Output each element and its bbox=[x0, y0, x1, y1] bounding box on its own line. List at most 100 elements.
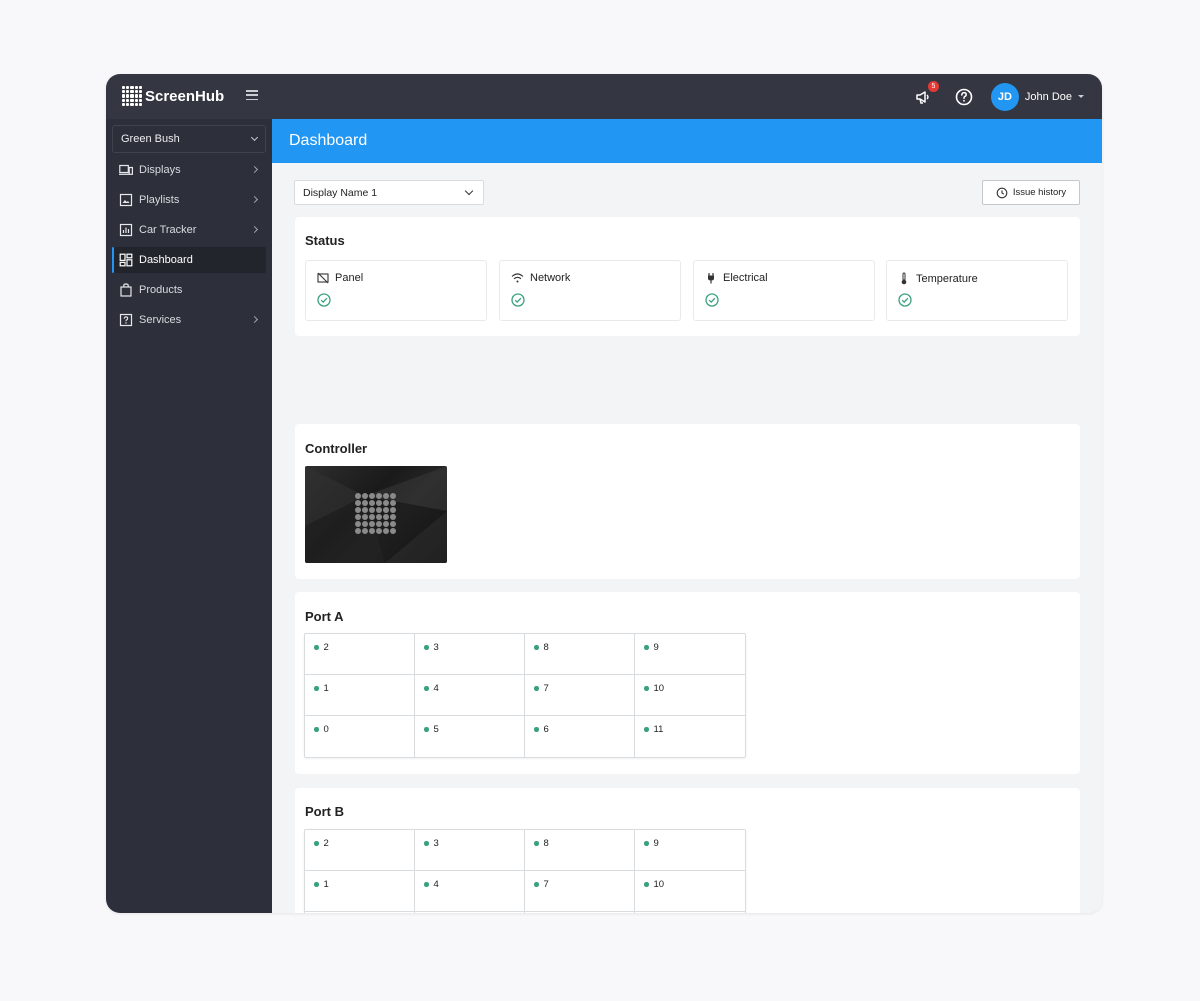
port-number: 8 bbox=[543, 642, 549, 653]
sidebar-item-dashboard[interactable]: Dashboard bbox=[112, 247, 266, 273]
user-name[interactable]: John Doe bbox=[1025, 91, 1072, 103]
help-box-icon bbox=[119, 313, 133, 327]
port-cell[interactable]: 11 bbox=[635, 912, 745, 913]
screenhub-logo-icon bbox=[122, 86, 142, 106]
port-cell[interactable]: 3 bbox=[415, 830, 525, 871]
status-tile-electrical: Electrical bbox=[693, 260, 875, 321]
status-dot bbox=[424, 727, 429, 732]
status-dot bbox=[314, 645, 319, 650]
controller-title: Controller bbox=[305, 441, 368, 456]
port-cell[interactable]: 7 bbox=[525, 675, 635, 716]
port-a-title: Port A bbox=[305, 609, 344, 624]
clock-icon bbox=[996, 187, 1008, 198]
sidebar-item-label: Car Tracker bbox=[139, 224, 197, 236]
hamburger-menu-icon[interactable] bbox=[246, 88, 258, 102]
port-cell[interactable]: 6 bbox=[525, 716, 635, 757]
port-cell[interactable]: 1 bbox=[305, 871, 415, 912]
announcements-button[interactable]: 5 bbox=[914, 80, 939, 107]
check-circle-icon bbox=[317, 293, 331, 307]
port-cell[interactable]: 1 bbox=[305, 675, 415, 716]
port-number: 4 bbox=[433, 879, 439, 890]
port-number: 7 bbox=[543, 683, 549, 694]
status-dot bbox=[644, 841, 649, 846]
port-number: 9 bbox=[653, 642, 659, 653]
issue-history-label: Issue history bbox=[1012, 187, 1067, 198]
help-circle-icon bbox=[955, 88, 973, 105]
port-cell[interactable]: 8 bbox=[525, 830, 635, 871]
bag-icon bbox=[120, 283, 132, 297]
port-cell[interactable]: 0 bbox=[305, 716, 415, 757]
help-button[interactable] bbox=[954, 87, 974, 107]
port-cell[interactable]: 3 bbox=[415, 634, 525, 675]
status-dot bbox=[424, 645, 429, 650]
port-number: 3 bbox=[433, 642, 439, 653]
org-select-value: Green Bush bbox=[121, 133, 180, 145]
main-content: Display Name 1 Issue history Status Pane… bbox=[272, 163, 1102, 913]
port-number: 2 bbox=[323, 838, 329, 849]
org-select[interactable]: Green Bush bbox=[112, 125, 266, 153]
port-cell[interactable]: 6 bbox=[525, 912, 635, 913]
status-dot bbox=[314, 882, 319, 887]
chevron-down-icon bbox=[464, 186, 474, 196]
status-label: Electrical bbox=[723, 272, 768, 284]
sidebar-item-products[interactable]: Products bbox=[112, 277, 266, 303]
chevron-right-icon bbox=[250, 195, 259, 204]
port-a-card: Port A 2 3 8 9 1 4 7 10 0 5 6 11 bbox=[295, 592, 1080, 774]
logo[interactable]: ScreenHub bbox=[122, 86, 224, 106]
port-cell[interactable]: 5 bbox=[415, 716, 525, 757]
issue-history-button[interactable]: Issue history bbox=[982, 180, 1080, 205]
port-number: 6 bbox=[543, 724, 549, 735]
status-dot bbox=[534, 882, 539, 887]
port-cell[interactable]: 0 bbox=[305, 912, 415, 913]
port-number: 3 bbox=[433, 838, 439, 849]
avatar[interactable]: JD bbox=[990, 82, 1019, 111]
chevron-right-icon bbox=[250, 225, 259, 234]
status-dot bbox=[644, 882, 649, 887]
status-dot bbox=[644, 645, 649, 650]
port-cell[interactable]: 4 bbox=[415, 675, 525, 716]
port-cell[interactable]: 10 bbox=[635, 675, 745, 716]
panel-off-icon bbox=[317, 272, 329, 284]
status-tile-temperature: Temperature bbox=[886, 260, 1068, 321]
status-dot bbox=[534, 645, 539, 650]
chevron-right-icon bbox=[250, 315, 259, 324]
sidebar-item-displays[interactable]: Displays bbox=[112, 157, 266, 183]
page-title: Dashboard bbox=[289, 132, 368, 149]
port-cell[interactable]: 2 bbox=[305, 830, 415, 871]
status-dot bbox=[534, 841, 539, 846]
user-menu-caret-icon[interactable] bbox=[1078, 95, 1084, 98]
sidebar-item-playlists[interactable]: Playlists bbox=[112, 187, 266, 213]
display-select[interactable]: Display Name 1 bbox=[294, 180, 484, 205]
sidebar-item-services[interactable]: Services bbox=[112, 307, 266, 333]
port-number: 8 bbox=[543, 838, 549, 849]
controller-card: Controller bbox=[295, 424, 1080, 579]
port-cell[interactable]: 5 bbox=[415, 912, 525, 913]
brand-name: ScreenHub bbox=[145, 87, 225, 105]
chart-icon bbox=[119, 223, 133, 237]
status-card: Status Panel Network Electrical Temperat… bbox=[295, 217, 1080, 336]
display-select-value: Display Name 1 bbox=[303, 186, 378, 199]
port-cell[interactable]: 2 bbox=[305, 634, 415, 675]
chevron-down-icon bbox=[250, 133, 259, 142]
port-cell[interactable]: 9 bbox=[635, 830, 745, 871]
port-cell[interactable]: 8 bbox=[525, 634, 635, 675]
status-dot bbox=[534, 686, 539, 691]
port-number: 2 bbox=[323, 642, 329, 653]
port-cell[interactable]: 7 bbox=[525, 871, 635, 912]
sidebar-item-label: Services bbox=[139, 314, 182, 326]
sidebar-item-label: Dashboard bbox=[139, 254, 193, 266]
port-cell[interactable]: 4 bbox=[415, 871, 525, 912]
status-label: Panel bbox=[335, 272, 364, 284]
status-tile-panel: Panel bbox=[305, 260, 487, 321]
port-number: 9 bbox=[653, 838, 659, 849]
port-cell[interactable]: 9 bbox=[635, 634, 745, 675]
port-cell[interactable]: 10 bbox=[635, 871, 745, 912]
top-bar: ScreenHub 5 JD John Doe bbox=[106, 74, 1102, 119]
controller-thumbnail bbox=[305, 466, 447, 563]
status-dot bbox=[424, 882, 429, 887]
check-circle-icon bbox=[705, 293, 719, 307]
app-window: ScreenHub 5 JD John Doe Green Bush Displ… bbox=[106, 74, 1102, 913]
sidebar-item-car-tracker[interactable]: Car Tracker bbox=[112, 217, 266, 243]
port-cell[interactable]: 11 bbox=[635, 716, 745, 757]
page-header: Dashboard bbox=[272, 119, 1102, 163]
